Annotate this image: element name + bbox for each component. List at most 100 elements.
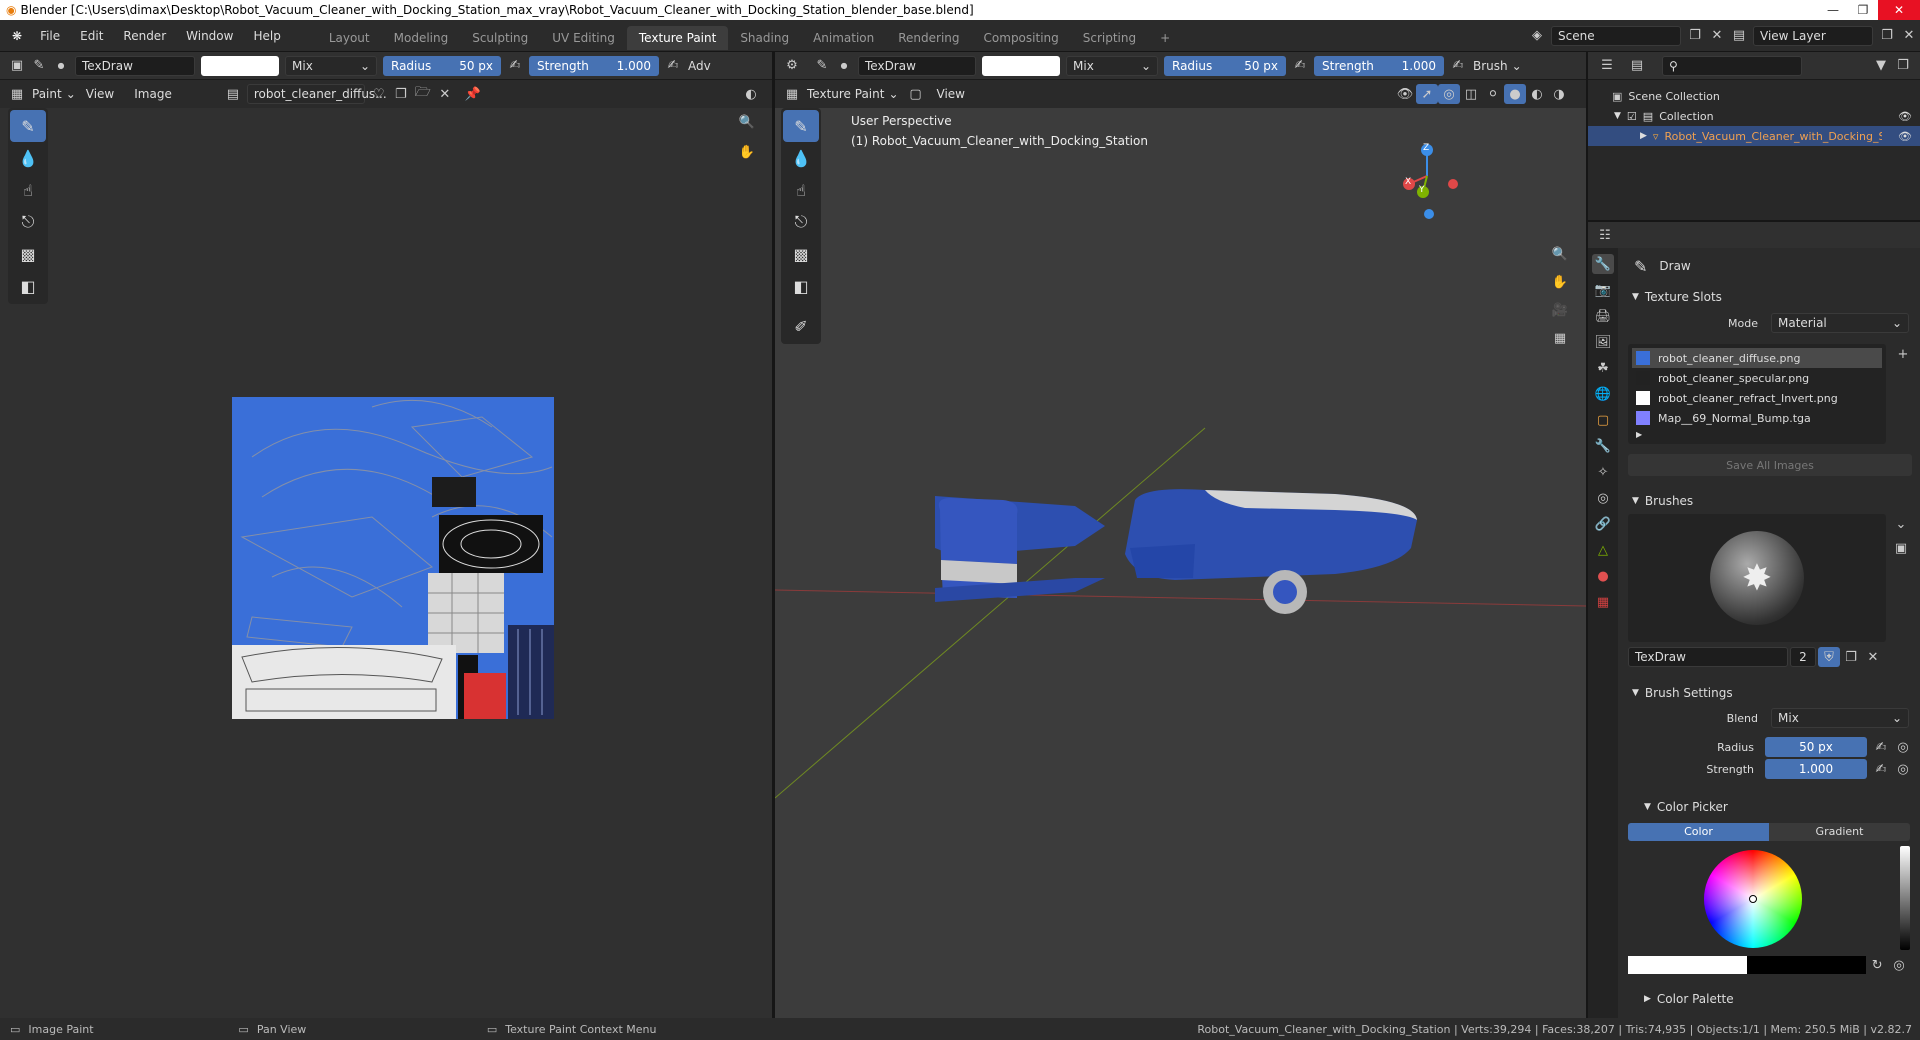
fake-user-icon[interactable]: ♡: [368, 84, 390, 104]
delete-view-layer-icon[interactable]: ✕: [1898, 26, 1920, 46]
editor-type-icon[interactable]: ☷: [1594, 225, 1616, 245]
fake-user-shield-icon[interactable]: ⛨: [1818, 647, 1840, 667]
mask-tool-icon[interactable]: ◧: [10, 270, 46, 302]
brushes-panel-header[interactable]: ▼ Brushes: [1622, 488, 1916, 514]
expand-arrow-icon[interactable]: ▼: [1614, 111, 1621, 121]
delete-scene-icon[interactable]: ✕: [1706, 26, 1728, 46]
output-tab-icon[interactable]: 🖨: [1592, 306, 1614, 326]
pin-icon[interactable]: 📌: [462, 84, 484, 104]
brush-name-field[interactable]: TexDraw: [858, 55, 976, 76]
tab-modeling[interactable]: Modeling: [382, 26, 461, 50]
fill-tool-icon[interactable]: ▩: [10, 238, 46, 270]
brush-radius-slider[interactable]: 50 px: [1765, 737, 1867, 757]
brush-icon[interactable]: ✎: [28, 56, 50, 76]
view-layer-icon[interactable]: ▤: [1728, 26, 1750, 46]
camera-icon[interactable]: 🎥: [1549, 300, 1571, 320]
new-view-layer-icon[interactable]: ❐: [1876, 26, 1898, 46]
wireframe-shading-icon[interactable]: ⚪: [1482, 84, 1504, 104]
new-image-icon[interactable]: ❐: [390, 84, 412, 104]
view-layer-field[interactable]: View Layer: [1753, 25, 1873, 46]
outliner-collection[interactable]: ▼ ☑ ▤ Collection 👁: [1588, 106, 1920, 126]
texture-slots-panel-header[interactable]: ▼ Texture Slots: [1622, 284, 1916, 310]
world-tab-icon[interactable]: 🌐: [1592, 384, 1614, 404]
display-mode-icon[interactable]: ▤: [1626, 56, 1648, 76]
pressure-icon[interactable]: ✍: [504, 56, 526, 76]
solid-shading-icon[interactable]: ●: [1504, 84, 1526, 104]
overlay-icon[interactable]: ◎: [1438, 84, 1460, 104]
expand-arrow-icon[interactable]: ▶: [1640, 131, 1647, 141]
scene-tab-icon[interactable]: ☘: [1592, 358, 1614, 378]
blend-select[interactable]: Mix ⌄: [285, 55, 377, 76]
unified-size-icon[interactable]: ◎: [1892, 737, 1914, 757]
outliner-scene-collection[interactable]: ▣ Scene Collection: [1588, 86, 1920, 106]
brush-blend-select[interactable]: Mix ⌄: [1771, 708, 1909, 728]
unified-color-icon[interactable]: ◎: [1888, 955, 1910, 975]
docking-station-model[interactable]: [935, 496, 1105, 602]
outliner-object-row[interactable]: ▶ ▿ Robot_Vacuum_Cleaner_with_Docking_St…: [1588, 126, 1920, 146]
particles-tab-icon[interactable]: ✧: [1592, 462, 1614, 482]
perspective-grid-icon[interactable]: ▦: [1549, 328, 1571, 348]
gizmo-toggle-icon[interactable]: ➚: [1416, 84, 1438, 104]
mask-toggle-icon[interactable]: ▢: [905, 84, 927, 104]
tab-rendering[interactable]: Rendering: [886, 26, 971, 50]
primary-color-swatch[interactable]: [1628, 956, 1748, 974]
color-tab[interactable]: Color: [1628, 823, 1769, 841]
color-wheel-cursor[interactable]: [1749, 895, 1757, 903]
visibility-icon[interactable]: 👁: [1394, 84, 1416, 104]
checkbox-icon[interactable]: ☑: [1627, 110, 1637, 123]
physics-tab-icon[interactable]: ◎: [1592, 488, 1614, 508]
image-name-field[interactable]: robot_cleaner_diffus...: [246, 84, 387, 104]
brush-preview[interactable]: ✸: [1628, 514, 1886, 642]
uv-texture-image[interactable]: [232, 397, 554, 719]
new-scene-icon[interactable]: ❐: [1684, 26, 1706, 46]
blender-menu-icon[interactable]: ❋: [0, 29, 30, 43]
modifier-tab-icon[interactable]: 🔧: [1592, 436, 1614, 456]
blend-select[interactable]: Mix ⌄: [1066, 55, 1158, 76]
editor-type-icon[interactable]: ⚙: [781, 56, 803, 76]
new-collection-icon[interactable]: ❐: [1892, 56, 1914, 76]
editor-type-icon[interactable]: ☰: [1596, 56, 1618, 76]
brush-name-field[interactable]: TexDraw: [75, 55, 195, 76]
menu-view[interactable]: View: [76, 78, 124, 110]
soften-tool-icon[interactable]: 💧: [10, 142, 46, 174]
save-all-images-button[interactable]: Save All Images: [1628, 454, 1912, 476]
brush-menu[interactable]: Brush: [1469, 59, 1512, 73]
texture-slot-item[interactable]: robot_cleaner_specular.png: [1632, 368, 1882, 388]
add-slot-icon[interactable]: +: [1892, 344, 1914, 364]
advanced-menu[interactable]: Adv: [684, 59, 715, 73]
tab-shading[interactable]: Shading: [728, 26, 801, 50]
slot-mode-select[interactable]: Material ⌄: [1771, 313, 1909, 333]
xray-icon[interactable]: ◫: [1460, 84, 1482, 104]
pan-hand-icon[interactable]: ✋: [736, 142, 758, 162]
eye-icon[interactable]: 👁: [1898, 130, 1912, 143]
scene-field[interactable]: Scene: [1551, 25, 1681, 46]
zoom-icon[interactable]: 🔍: [1549, 244, 1571, 264]
pressure-icon[interactable]: ✍: [662, 56, 684, 76]
swap-colors-icon[interactable]: ↻: [1866, 955, 1888, 975]
filter-icon[interactable]: ▼: [1870, 56, 1892, 76]
brush-image-icon[interactable]: ▣: [1890, 538, 1912, 558]
menu-window[interactable]: Window: [176, 20, 243, 52]
radius-slider[interactable]: Radius 50 px: [1164, 55, 1286, 76]
minimize-button[interactable]: —: [1818, 0, 1848, 20]
material-tab-icon[interactable]: ●: [1592, 566, 1614, 586]
brush-settings-panel-header[interactable]: ▼ Brush Settings: [1622, 680, 1916, 706]
texture-slot-item[interactable]: robot_cleaner_refract_Invert.png: [1632, 388, 1882, 408]
outliner-search-input[interactable]: ⚲: [1662, 55, 1802, 76]
open-image-icon[interactable]: 🗁: [412, 84, 434, 104]
brush-strength-slider[interactable]: 1.000: [1765, 759, 1867, 779]
data-tab-icon[interactable]: △: [1592, 540, 1614, 560]
tab-scripting[interactable]: Scripting: [1071, 26, 1148, 50]
tool-tab-icon[interactable]: 🔧: [1592, 254, 1614, 274]
color-swatch[interactable]: [982, 55, 1060, 76]
pressure-icon[interactable]: ✍: [1870, 759, 1892, 779]
strength-slider[interactable]: Strength 1.000: [1314, 55, 1444, 76]
view-layer-tab-icon[interactable]: 🖼: [1592, 332, 1614, 352]
chevron-down-icon[interactable]: ⌄: [1890, 514, 1912, 534]
display-channels-icon[interactable]: ◐: [740, 84, 762, 104]
pressure-icon[interactable]: ✍: [1870, 737, 1892, 757]
close-button[interactable]: ✕: [1878, 0, 1920, 20]
maximize-button[interactable]: ❐: [1848, 0, 1878, 20]
tab-texture-paint[interactable]: Texture Paint: [626, 25, 729, 50]
rendered-shading-icon[interactable]: ◑: [1548, 84, 1570, 104]
